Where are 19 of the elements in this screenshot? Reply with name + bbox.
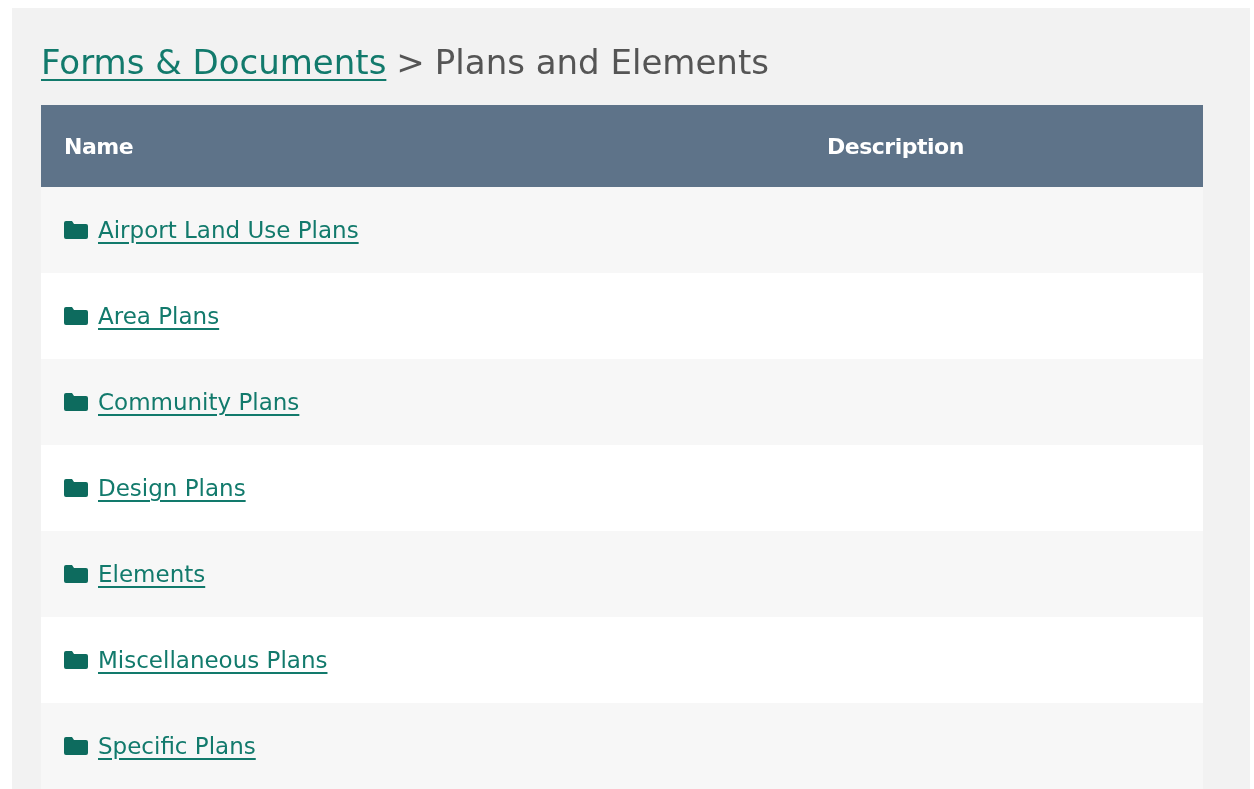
folder-link[interactable]: Airport Land Use Plans (98, 217, 359, 243)
breadcrumb-separator: > (396, 42, 425, 82)
folder-link[interactable]: Specific Plans (98, 733, 256, 759)
folder-icon (64, 737, 88, 755)
column-header: Description (827, 133, 964, 159)
column-header: Name (63, 133, 135, 159)
folder-icon (64, 393, 88, 411)
folder-icon (64, 221, 88, 239)
folder-icon (64, 565, 88, 583)
folder-icon (64, 651, 88, 669)
folder-link[interactable]: Community Plans (98, 389, 300, 415)
folder-icon (64, 479, 88, 497)
breadcrumb-current: Plans and Elements (434, 42, 769, 82)
folder-link[interactable]: Elements (98, 561, 206, 587)
breadcrumb-link[interactable]: Forms & Documents (41, 42, 387, 82)
folder-link[interactable]: Design Plans (98, 475, 246, 501)
folder-link[interactable]: Area Plans (98, 303, 220, 329)
folder-link[interactable]: Miscellaneous Plans (98, 647, 328, 673)
folder-icon (64, 307, 88, 325)
